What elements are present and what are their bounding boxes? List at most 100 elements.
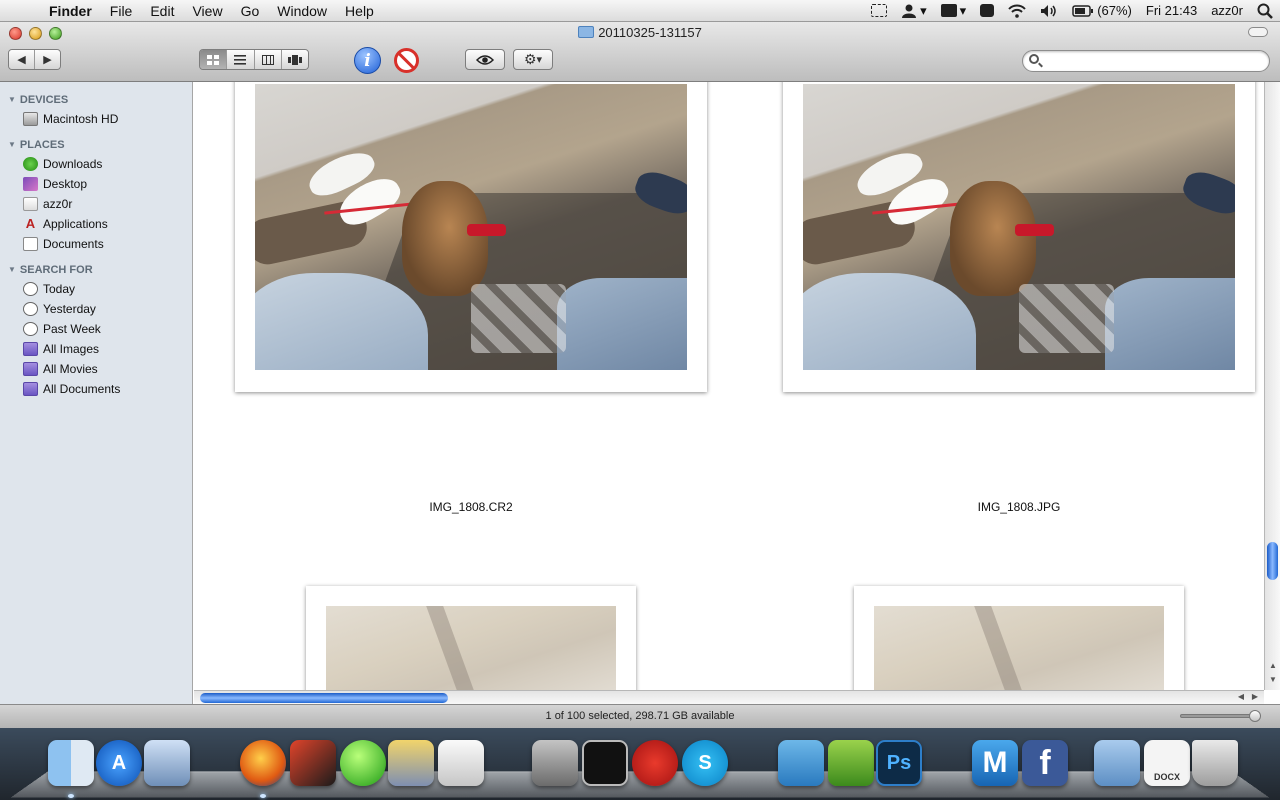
applications-folder-icon[interactable] bbox=[1094, 740, 1140, 786]
scroll-down-arrow-icon[interactable]: ▼ bbox=[1266, 674, 1280, 686]
list-view-button[interactable] bbox=[227, 50, 255, 69]
eye-icon bbox=[476, 54, 494, 65]
menu-file[interactable]: File bbox=[101, 0, 142, 22]
sidebar-section-devices[interactable]: ▼ DEVICES bbox=[0, 91, 192, 109]
toolbar-toggle-button[interactable] bbox=[1248, 27, 1268, 37]
vertical-scrollbar[interactable]: ▲ ▼ bbox=[1264, 82, 1280, 690]
sidebar-item-desktop[interactable]: Desktop bbox=[0, 174, 192, 194]
forward-button[interactable]: ▶ bbox=[35, 50, 60, 69]
sidebar-item-past-week[interactable]: Past Week bbox=[0, 319, 192, 339]
menu-view[interactable]: View bbox=[183, 0, 231, 22]
sidebar-item-documents[interactable]: Documents bbox=[0, 234, 192, 254]
section-label: PLACES bbox=[19, 139, 65, 151]
mail-icon[interactable]: ▾ bbox=[934, 3, 974, 19]
transmit-icon[interactable] bbox=[388, 740, 434, 786]
sidebar-item-all-movies[interactable]: All Movies bbox=[0, 359, 192, 379]
spotlight-icon[interactable] bbox=[1250, 3, 1280, 19]
title-bar: 20110325-131157 ◀ ▶ i ⚙ ▾ bbox=[0, 22, 1280, 82]
user-name[interactable]: azz0r bbox=[1204, 3, 1250, 18]
screen-capture-icon[interactable] bbox=[864, 4, 894, 17]
menu-help[interactable]: Help bbox=[336, 0, 383, 22]
view-mode-selector bbox=[199, 49, 309, 70]
sidebar-item-home[interactable]: azz0r bbox=[0, 194, 192, 214]
horizontal-scrollbar[interactable]: ◀ ▶ bbox=[194, 690, 1264, 704]
quick-look-button[interactable] bbox=[465, 49, 505, 70]
preview-icon[interactable] bbox=[144, 740, 190, 786]
column-view-icon bbox=[261, 54, 274, 65]
icon-view-button[interactable] bbox=[200, 50, 228, 69]
cover-flow-icon bbox=[287, 54, 302, 65]
gear-icon: ⚙ bbox=[523, 51, 537, 67]
firefox-icon[interactable] bbox=[240, 740, 286, 786]
desktop-icon bbox=[23, 177, 38, 191]
file-thumbnail[interactable] bbox=[854, 586, 1184, 690]
photo-thumbnail bbox=[874, 606, 1164, 690]
vertical-scroll-thumb[interactable] bbox=[1267, 542, 1278, 580]
action-menu-button[interactable]: ⚙ ▾ bbox=[513, 49, 553, 70]
docx-icon[interactable]: DOCX bbox=[1144, 740, 1190, 786]
file-name-label[interactable]: IMG_1808.JPG bbox=[919, 500, 1119, 514]
icon-size-slider[interactable] bbox=[1180, 710, 1261, 722]
tomato-icon[interactable] bbox=[632, 740, 678, 786]
disclosure-triangle-icon: ▼ bbox=[8, 265, 16, 274]
scroll-up-arrow-icon[interactable]: ▲ bbox=[1266, 660, 1280, 672]
disclosure-triangle-icon: ▼ bbox=[8, 140, 16, 149]
menu-edit[interactable]: Edit bbox=[141, 0, 183, 22]
battery-percent: (67%) bbox=[1097, 3, 1132, 18]
clock[interactable]: Fri 21:43 bbox=[1139, 3, 1204, 18]
file-thumbnail[interactable] bbox=[306, 586, 636, 690]
trash-icon[interactable] bbox=[1192, 740, 1238, 786]
scroll-left-arrow-icon[interactable]: ◀ bbox=[1234, 691, 1248, 703]
horizontal-scroll-thumb[interactable] bbox=[200, 693, 448, 703]
stop-icon[interactable] bbox=[394, 48, 419, 73]
scroll-right-arrow-icon[interactable]: ▶ bbox=[1248, 691, 1262, 703]
volume-icon[interactable] bbox=[1033, 4, 1065, 18]
user-status-icon[interactable]: ▾ bbox=[894, 3, 934, 19]
sidebar-item-label: Documents bbox=[43, 237, 104, 251]
menu-app-finder[interactable]: Finder bbox=[40, 0, 101, 22]
get-info-button[interactable]: i bbox=[354, 47, 381, 74]
search-field[interactable] bbox=[1022, 50, 1270, 72]
wifi-icon[interactable] bbox=[1001, 4, 1033, 18]
cover-flow-button[interactable] bbox=[281, 50, 308, 69]
green-ball-icon[interactable] bbox=[340, 740, 386, 786]
sidebar-section-search-for[interactable]: ▼ SEARCH FOR bbox=[0, 261, 192, 279]
finder-icon[interactable] bbox=[48, 740, 94, 786]
icon-size-slider-knob[interactable] bbox=[1249, 710, 1261, 722]
column-view-button[interactable] bbox=[254, 50, 282, 69]
file-name-label[interactable]: IMG_1808.CR2 bbox=[371, 500, 571, 514]
virtualbox-icon[interactable] bbox=[290, 740, 336, 786]
utilities-icon[interactable] bbox=[438, 740, 484, 786]
battery-status[interactable]: (67%) bbox=[1065, 3, 1139, 18]
one-icon[interactable] bbox=[973, 4, 1001, 17]
file-thumbnail-img-1808-jpg[interactable] bbox=[783, 82, 1255, 392]
status-text: 1 of 100 selected, 298.71 GB available bbox=[545, 710, 735, 722]
sidebar-item-macintosh-hd[interactable]: Macintosh HD bbox=[0, 109, 192, 129]
nodes-icon[interactable] bbox=[828, 740, 874, 786]
facebook-icon[interactable]: f bbox=[1022, 740, 1068, 786]
folder-icon bbox=[578, 26, 595, 38]
wunderlist-icon[interactable] bbox=[778, 740, 824, 786]
sidebar-item-all-documents[interactable]: All Documents bbox=[0, 379, 192, 399]
sidebar-item-yesterday[interactable]: Yesterday bbox=[0, 299, 192, 319]
sidebar-section-places[interactable]: ▼ PLACES bbox=[0, 136, 192, 154]
terminal-icon[interactable] bbox=[582, 740, 628, 786]
sidebar-item-today[interactable]: Today bbox=[0, 279, 192, 299]
photoshop-icon[interactable]: Ps bbox=[876, 740, 922, 786]
system-preferences-icon[interactable] bbox=[532, 740, 578, 786]
skype-icon[interactable]: S bbox=[682, 740, 728, 786]
m-app-icon[interactable]: M bbox=[972, 740, 1018, 786]
smart-folder-icon bbox=[23, 362, 38, 376]
running-indicator bbox=[68, 794, 74, 798]
sidebar-item-applications[interactable]: A Applications bbox=[0, 214, 192, 234]
sidebar-item-all-images[interactable]: All Images bbox=[0, 339, 192, 359]
back-button[interactable]: ◀ bbox=[9, 50, 35, 69]
menu-window[interactable]: Window bbox=[268, 0, 336, 22]
app-store-icon[interactable]: A bbox=[96, 740, 142, 786]
menu-go[interactable]: Go bbox=[232, 0, 269, 22]
sidebar-item-label: azz0r bbox=[43, 197, 73, 211]
running-indicator bbox=[260, 794, 266, 798]
file-thumbnail-img-1808-cr2[interactable] bbox=[235, 82, 707, 392]
sidebar-item-downloads[interactable]: Downloads bbox=[0, 154, 192, 174]
sidebar: ▼ DEVICES Macintosh HD ▼ PLACES Downloads … bbox=[0, 82, 193, 704]
